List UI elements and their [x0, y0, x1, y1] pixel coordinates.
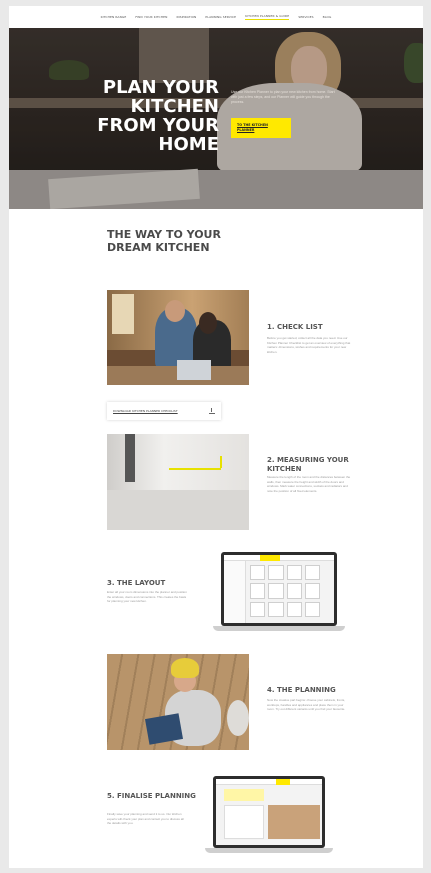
step-5-text: Finally save your planning and send it t…	[107, 812, 184, 826]
planner-tile	[304, 565, 320, 581]
step-3-text: Enter all your room dimensions into the …	[107, 590, 187, 604]
p3-pillow	[227, 700, 249, 736]
step-4-photo	[107, 654, 249, 750]
kitchen-planner-button[interactable]: To the kitchen planner	[231, 118, 291, 138]
planner-tile	[286, 583, 302, 599]
step-2-photo	[107, 434, 249, 530]
planner-tile	[268, 583, 284, 599]
step-5-laptop	[205, 776, 333, 856]
step-4-text: Now the creative part begins: choose you…	[267, 698, 346, 712]
planner-tile	[268, 565, 284, 581]
nav-item-blog[interactable]: Blog	[323, 15, 332, 20]
nav-item-planning-service[interactable]: Planning service	[205, 15, 236, 20]
download-checklist-button[interactable]: Download kitchen planner checklist	[107, 402, 221, 420]
step-4-title: 4. The planning	[267, 686, 336, 694]
planner-active-tab	[260, 555, 280, 561]
planner-tile	[304, 601, 320, 617]
step-5-display	[216, 779, 322, 845]
step-2-text: Measure the length of the room and the d…	[267, 475, 351, 493]
p1-woman-head	[199, 312, 217, 334]
p2-floor	[107, 490, 249, 530]
page: Kitchen range Find your kitchen Inspirat…	[9, 6, 423, 868]
nav-item-inspiration[interactable]: Inspiration	[176, 15, 196, 20]
p1-man-head	[165, 300, 185, 322]
p1-laptop	[177, 360, 211, 380]
planner-tile	[250, 583, 266, 599]
step-5-laptop-base	[205, 848, 333, 853]
planner-summary-box	[224, 789, 264, 801]
step-1-photo	[107, 290, 249, 385]
main-nav: Kitchen range Find your kitchen Inspirat…	[9, 6, 423, 28]
planner-tile	[250, 565, 266, 581]
planner-details-panel	[224, 805, 264, 839]
planner-tile	[304, 583, 320, 599]
planner-tile	[286, 565, 302, 581]
p2-measuring-tape	[169, 468, 221, 470]
planner-active-tab-final	[276, 779, 290, 785]
nav-item-kitchen-planner[interactable]: Kitchen planner & guide	[245, 14, 290, 20]
nav-item-find-your-kitchen[interactable]: Find your kitchen	[135, 15, 167, 20]
section-title: The way to your dream kitchen	[107, 228, 221, 254]
step-2-title: 2. Measuring your kitchen	[267, 456, 349, 473]
hero-banner: Plan your kitchen from your home Use our…	[9, 28, 423, 209]
planner-kitchen-preview	[268, 805, 320, 839]
planner-tile	[286, 601, 302, 617]
step-3-screen	[221, 552, 337, 626]
hero-title: Plan your kitchen from your home	[97, 77, 219, 155]
step-5-screen	[213, 776, 325, 848]
planner-toolbar-final	[216, 779, 322, 785]
step-3-title: 3. The layout	[107, 579, 166, 587]
step-5-title: 5. Finalise planning	[107, 792, 196, 800]
planner-grid	[250, 565, 320, 617]
step-3-laptop	[213, 552, 345, 634]
nav-item-services[interactable]: Services	[298, 15, 313, 20]
planner-tile	[268, 601, 284, 617]
p3-woman-hat	[171, 658, 199, 678]
download-checklist-label: Download kitchen planner checklist	[113, 409, 178, 413]
p2-measuring-tape-vertical	[220, 456, 222, 468]
planner-tile	[250, 601, 266, 617]
step-1-text: Before you get started, collect all the …	[267, 336, 351, 354]
step-1-title: 1. Check list	[267, 323, 323, 331]
planner-sidebar	[224, 561, 246, 623]
nav-item-kitchen-range[interactable]: Kitchen range	[101, 15, 127, 20]
hero-text: Use our Kitchen Planner to plan your new…	[231, 90, 335, 104]
step-3-display	[224, 555, 334, 623]
p1-window	[112, 294, 134, 334]
step-3-laptop-base	[213, 626, 345, 631]
p2-door	[125, 434, 135, 482]
download-icon	[209, 408, 215, 414]
